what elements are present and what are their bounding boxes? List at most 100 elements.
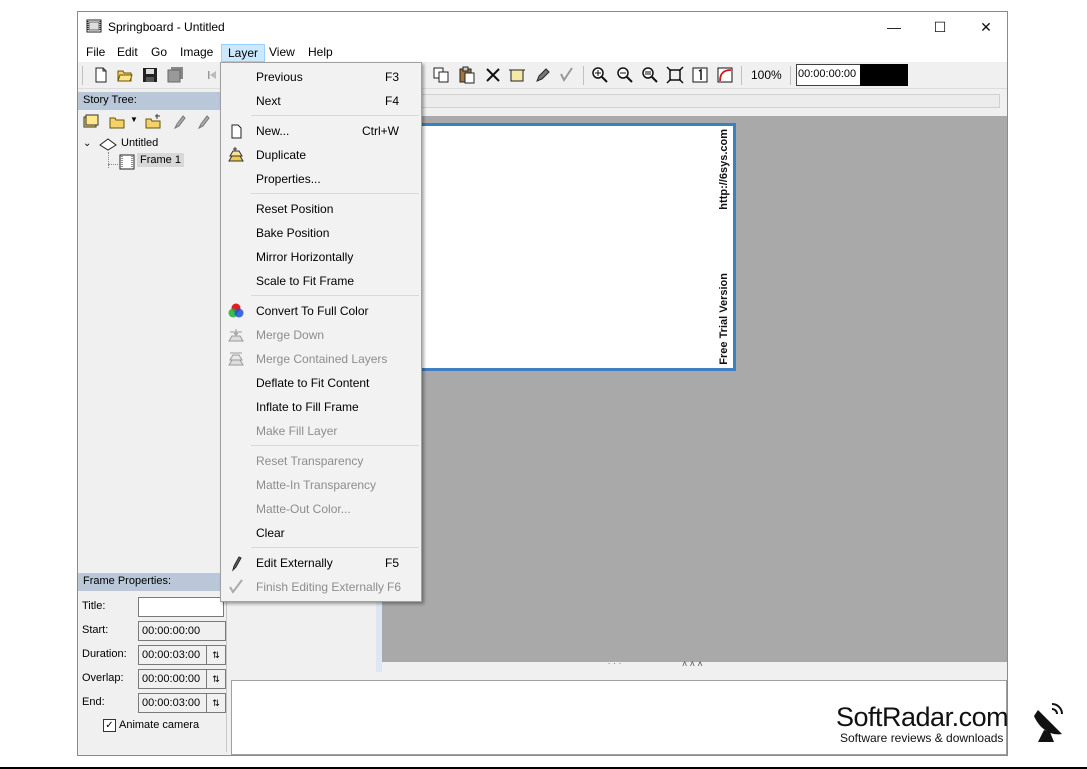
window-title: Springboard - Untitled: [108, 20, 225, 34]
overlap-label: Overlap:: [82, 672, 124, 684]
menu-file[interactable]: File: [80, 44, 111, 62]
menu-item-duplicate[interactable]: Duplicate: [221, 142, 421, 166]
menu-item-matte-in-transparency[interactable]: Matte-In Transparency: [221, 472, 421, 496]
chevron-down-icon[interactable]: ⌄: [83, 138, 91, 149]
menu-item-mirror-horizontally[interactable]: Mirror Horizontally: [221, 244, 421, 268]
new-file-icon[interactable]: [92, 66, 110, 84]
title-bar: Springboard - Untitled — ☐ ✕: [78, 12, 1007, 42]
zoom-in-icon[interactable]: [591, 66, 609, 84]
overlap-spinner[interactable]: ⇅: [206, 669, 226, 689]
zoom-reset-icon[interactable]: [641, 66, 659, 84]
minimize-button[interactable]: —: [871, 12, 917, 42]
menu-item-make-fill-layer[interactable]: Make Fill Layer: [221, 418, 421, 442]
end-spinner[interactable]: ⇅: [206, 693, 226, 713]
menu-image[interactable]: Image: [174, 44, 219, 62]
menu-item-clear[interactable]: Clear: [221, 520, 421, 544]
timecode-black-region: [860, 64, 908, 86]
frame-canvas[interactable]: http://6sys.com Free Trial Version: [418, 123, 736, 371]
stage-splitter[interactable]: ˙ ˙ ˙ ˄ ˄ ˄: [382, 659, 1007, 680]
edit-pencil-icon[interactable]: [194, 113, 212, 131]
menu-help[interactable]: Help: [302, 44, 339, 62]
menu-go[interactable]: Go: [145, 44, 173, 62]
frame-layer-icon[interactable]: [508, 66, 526, 84]
first-frame-icon[interactable]: [203, 66, 221, 84]
story-tree-header: Story Tree:: [78, 92, 222, 110]
maximize-button[interactable]: ☐: [917, 12, 963, 42]
new-page-icon: [231, 124, 242, 139]
menu-view[interactable]: View: [263, 44, 301, 62]
merge-down-icon: [228, 329, 244, 342]
add-scene-icon[interactable]: [82, 113, 100, 131]
title-field[interactable]: [138, 597, 224, 617]
curve-icon[interactable]: [716, 66, 734, 84]
trial-version-text: Free Trial Version: [718, 273, 730, 365]
menu-item-scale-to-fit-frame[interactable]: Scale to Fit Frame: [221, 268, 421, 292]
paste-icon[interactable]: [458, 66, 476, 84]
menu-item-next[interactable]: Next F4: [221, 88, 421, 112]
satellite-dish-icon: [1034, 703, 1063, 742]
finish-edit-icon[interactable]: [558, 66, 576, 84]
toolbar-separator: [583, 66, 584, 85]
scene-icon: [99, 138, 117, 151]
menu-item-convert-full-color[interactable]: Convert To Full Color: [221, 298, 421, 322]
pencil-icon[interactable]: [533, 66, 551, 84]
delete-x-icon[interactable]: [484, 66, 502, 84]
pencil-icon: [232, 556, 242, 572]
frame-properties-header: Frame Properties:: [78, 573, 226, 591]
animate-camera-label: Animate camera: [119, 719, 200, 731]
menu-item-merge-down[interactable]: Merge Down: [221, 322, 421, 346]
splitter-grip-icon: ˙ ˙ ˙: [608, 662, 622, 672]
zoom-level: 100%: [751, 68, 782, 82]
merge-layers-icon: [228, 352, 244, 366]
menu-item-matte-out-color[interactable]: Matte-Out Color...: [221, 496, 421, 520]
menu-item-merge-contained-layers[interactable]: Merge Contained Layers: [221, 346, 421, 370]
folder-icon[interactable]: [108, 113, 126, 131]
menu-separator: [251, 295, 419, 296]
menu-separator: [251, 193, 419, 194]
menu-separator: [251, 547, 419, 548]
story-tree: ⌄ Untitled Frame 1: [78, 134, 222, 572]
start-label: Start:: [82, 624, 109, 636]
menu-item-edit-externally[interactable]: Edit Externally F5: [221, 550, 421, 574]
open-folder-icon[interactable]: [116, 66, 134, 84]
animate-camera-checkbox[interactable]: ✓: [103, 719, 116, 732]
menu-item-deflate-to-fit[interactable]: Deflate to Fit Content: [221, 370, 421, 394]
menu-item-previous[interactable]: Previous F3: [221, 64, 421, 88]
duration-spinner[interactable]: ⇅: [206, 645, 226, 665]
watermark-subtitle: Software reviews & downloads: [840, 731, 1004, 745]
menu-separator: [251, 445, 419, 446]
tree-item-untitled[interactable]: Untitled: [121, 137, 158, 149]
menu-separator: [251, 115, 419, 116]
menu-item-properties[interactable]: Properties...: [221, 166, 421, 190]
app-window: Springboard - Untitled — ☐ ✕ File Edit G…: [77, 11, 1008, 756]
menu-item-finish-editing-externally[interactable]: Finish Editing Externally F6: [221, 574, 421, 598]
menu-layer[interactable]: Layer: [221, 44, 266, 62]
end-label: End:: [82, 696, 105, 708]
menu-item-reset-transparency[interactable]: Reset Transparency: [221, 448, 421, 472]
finish-edit-icon: [229, 579, 243, 594]
menu-edit[interactable]: Edit: [111, 44, 144, 62]
menu-item-new[interactable]: New... Ctrl+W: [221, 118, 421, 142]
edit-pencil-icon[interactable]: [170, 113, 188, 131]
toolbar-separator: [82, 66, 83, 85]
copy-icon[interactable]: [432, 66, 450, 84]
actual-size-icon[interactable]: [691, 66, 709, 84]
watermark-url-text: http://6sys.com: [718, 129, 730, 210]
menu-item-bake-position[interactable]: Bake Position: [221, 220, 421, 244]
layer-menu: Previous F3 Next F4 New... Ctrl+W Duplic…: [220, 62, 422, 602]
chevron-down-icon[interactable]: ▼: [130, 115, 138, 124]
start-field: 00:00:00:00: [138, 621, 226, 641]
tree-item-frame[interactable]: Frame 1: [137, 153, 184, 167]
fit-to-window-icon[interactable]: [666, 66, 684, 84]
save-all-icon[interactable]: [167, 66, 185, 84]
new-folder-icon[interactable]: [144, 113, 162, 131]
title-label: Title:: [82, 600, 106, 612]
menu-item-reset-position[interactable]: Reset Position: [221, 196, 421, 220]
duration-label: Duration:: [82, 648, 127, 660]
tree-connector: [108, 164, 118, 165]
close-button[interactable]: ✕: [963, 12, 1007, 42]
save-icon[interactable]: [141, 66, 159, 84]
menu-item-inflate-to-fill[interactable]: Inflate to Fill Frame: [221, 394, 421, 418]
app-icon: [86, 19, 102, 33]
zoom-out-icon[interactable]: [616, 66, 634, 84]
